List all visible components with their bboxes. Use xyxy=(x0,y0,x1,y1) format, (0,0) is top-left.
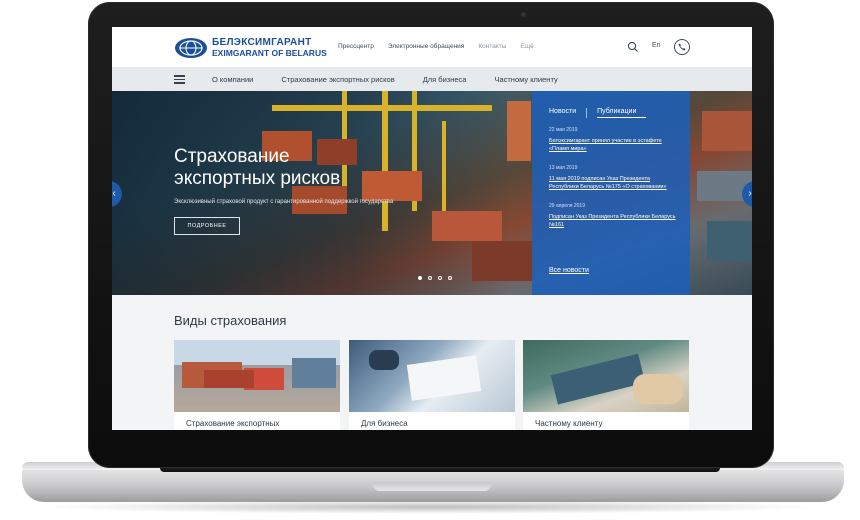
laptop-shadow xyxy=(40,500,820,514)
link-more[interactable]: Ещё xyxy=(520,43,533,50)
laptop-notch xyxy=(372,482,492,491)
hero-title-line1: Страхование xyxy=(174,146,290,167)
link-press-center[interactable]: Прессцентр xyxy=(338,43,374,50)
news-link[interactable]: Подписан Указ Президента Республики Бела… xyxy=(549,213,679,229)
card-private-client[interactable]: Частному клиенту xyxy=(523,340,689,430)
nav-private-client[interactable]: Частному клиенту xyxy=(494,75,557,84)
logo-subtitle: EXIMGARANT OF BELARUS xyxy=(212,48,327,59)
slider-dot[interactable] xyxy=(428,276,432,280)
main-nav: О компании Страхование экспортных рисков… xyxy=(112,67,752,91)
search-icon[interactable] xyxy=(626,40,640,54)
slider-dots xyxy=(418,276,452,280)
phone-icon[interactable] xyxy=(674,39,690,55)
insurance-types-section: Виды страхования Страхование экспортных … xyxy=(112,295,752,430)
hero-more-button[interactable]: ПОДРОБНЕЕ xyxy=(174,217,240,235)
globe-logo-icon xyxy=(175,38,207,58)
slider-dot[interactable] xyxy=(448,276,452,280)
news-panel: Новости Публикации 22 мая 2019 Белэксимг… xyxy=(532,91,690,295)
business-image xyxy=(349,340,515,412)
top-links: Прессцентр Электронные обращения Контакт… xyxy=(338,43,534,50)
card-label: Страхование экспортных xyxy=(186,419,280,428)
tab-news[interactable]: Новости xyxy=(549,108,586,118)
logo-title: БЕЛЭКСИМГАРАНТ xyxy=(212,37,312,49)
tab-divider xyxy=(586,108,588,118)
slider-dot[interactable] xyxy=(438,276,442,280)
link-contacts[interactable]: Контакты xyxy=(478,43,506,50)
hero-slider: Страхование экспортных рисков Эксклюзивн… xyxy=(112,91,752,295)
card-label: Для бизнеса xyxy=(361,419,408,428)
slider-dot[interactable] xyxy=(418,276,422,280)
truck-image xyxy=(174,340,340,412)
card-label: Частному клиенту xyxy=(535,419,603,428)
news-item[interactable]: 29 апреля 2019 Подписан Указ Президента … xyxy=(549,203,679,229)
hero-title-line2: экспортных рисков xyxy=(174,168,341,189)
section-title: Виды страхования xyxy=(174,313,287,328)
card-business[interactable]: Для бизнеса xyxy=(349,340,515,430)
nav-export-insurance[interactable]: Страхование экспортных рисков xyxy=(281,75,394,84)
tab-publications[interactable]: Публикации xyxy=(597,108,647,118)
news-item[interactable]: 13 мая 2019 11 мая 2019 подписан Указ Пр… xyxy=(549,165,679,191)
hero-title: Страхование экспортных рисков xyxy=(174,146,374,190)
news-link[interactable]: 11 мая 2019 подписан Указ Президента Рес… xyxy=(549,175,679,191)
header-bar: БЕЛЭКСИМГАРАНТ EXIMGARANT OF BELARUS Пре… xyxy=(112,27,752,67)
nav-about[interactable]: О компании xyxy=(212,75,253,84)
site-logo[interactable]: БЕЛЭКСИМГАРАНТ EXIMGARANT OF BELARUS xyxy=(174,37,327,59)
hamburger-icon[interactable] xyxy=(174,75,185,84)
news-date: 29 апреля 2019 xyxy=(549,203,585,209)
link-e-appeals[interactable]: Электронные обращения xyxy=(388,43,464,50)
news-date: 13 мая 2019 xyxy=(549,165,578,171)
news-date: 22 мая 2019 xyxy=(549,127,578,133)
hero-subtitle: Эксклюзивный страховой продукт с гаранти… xyxy=(174,199,394,205)
travel-insurance-image xyxy=(523,340,689,412)
language-switch[interactable]: En xyxy=(652,42,661,49)
header-actions: En xyxy=(626,39,726,55)
nav-business[interactable]: Для бизнеса xyxy=(423,75,467,84)
card-export-insurance[interactable]: Страхование экспортных xyxy=(174,340,340,430)
camera-icon xyxy=(521,12,526,17)
website-screen: БЕЛЭКСИМГАРАНТ EXIMGARANT OF BELARUS Пре… xyxy=(112,27,752,430)
chevron-left-icon[interactable]: ‹ xyxy=(112,181,122,207)
news-link[interactable]: Белэксимгарант принял участие в эстафете… xyxy=(549,137,679,153)
laptop-frame: БЕЛЭКСИМГАРАНТ EXIMGARANT OF BELARUS Пре… xyxy=(0,0,860,520)
all-news-link[interactable]: Все новости xyxy=(549,267,589,274)
news-item[interactable]: 22 мая 2019 Белэксимгарант принял участи… xyxy=(549,127,679,153)
